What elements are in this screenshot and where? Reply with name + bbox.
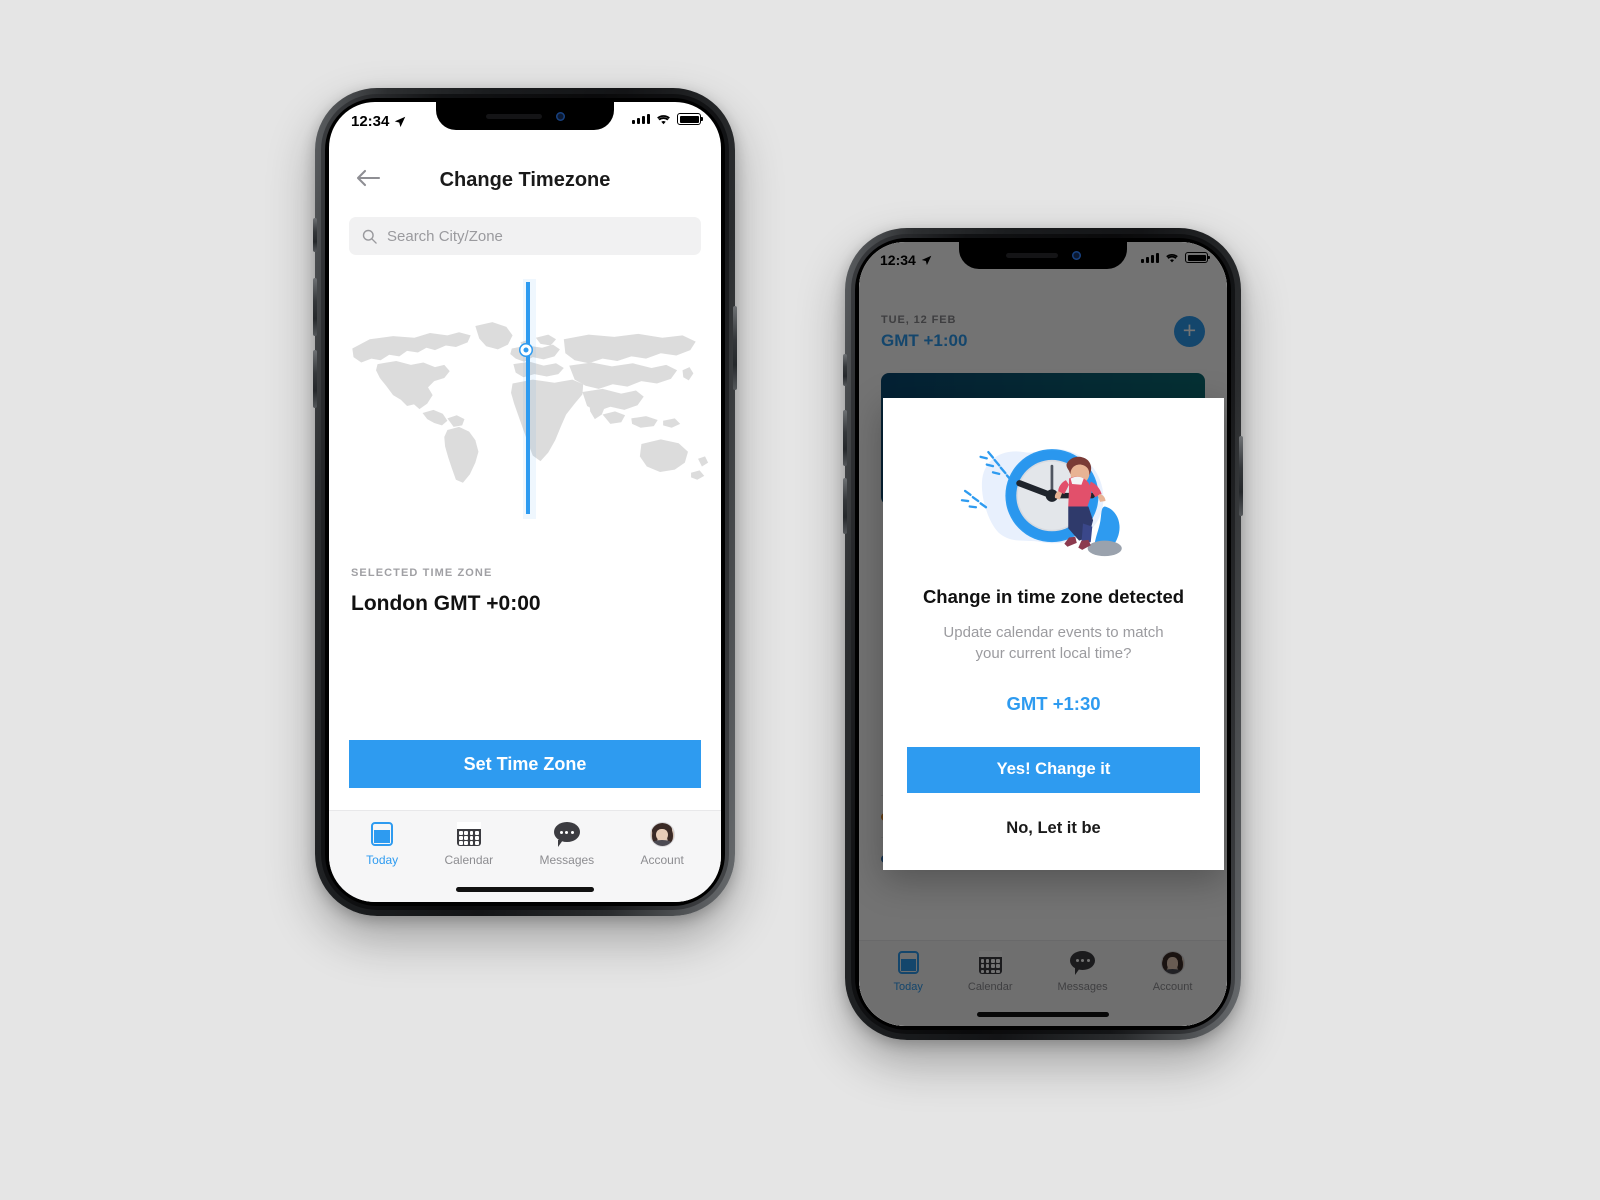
tab-calendar-label: Calendar: [444, 853, 494, 867]
account-avatar-icon: [649, 822, 675, 847]
status-time-group: 12:34: [351, 113, 406, 130]
set-timezone-button[interactable]: Set Time Zone: [349, 740, 701, 788]
status-time-right: 12:34: [880, 252, 916, 268]
earpiece-speaker-right: [1005, 253, 1058, 258]
front-camera-icon-right: [1071, 251, 1081, 260]
wifi-icon: [657, 114, 670, 124]
screenshot-canvas: 12:34 Change Timezone Search City/Zone S…: [0, 0, 1600, 1200]
volume-down-button-right[interactable]: [843, 478, 847, 534]
mute-switch-button-right[interactable]: [843, 354, 847, 386]
status-indicators: [632, 113, 703, 125]
home-indicator[interactable]: [456, 887, 594, 892]
power-button[interactable]: [733, 306, 737, 390]
tab-messages-label: Messages: [539, 853, 595, 867]
mute-switch-button[interactable]: [313, 218, 317, 252]
volume-down-button[interactable]: [313, 350, 317, 408]
back-button[interactable]: [355, 168, 381, 193]
phone-screen-right: 12:34 Change in time zone detected Updat…: [859, 242, 1227, 1026]
tab-today[interactable]: Today: [366, 822, 398, 867]
phone-device-right: 12:34 Change in time zone detected Updat…: [843, 228, 1243, 1040]
location-arrow-icon: [395, 116, 406, 127]
nav-bar-left: Change Timezone: [329, 158, 721, 202]
notch: [436, 102, 614, 130]
cellular-signal-icon-right: [1141, 252, 1159, 263]
page-title: Change Timezone: [439, 168, 611, 191]
status-time-group-right: 12:34: [880, 252, 932, 268]
notch-right: [959, 242, 1127, 269]
tab-today-label: Today: [366, 853, 399, 867]
cellular-signal-icon: [632, 114, 650, 124]
search-placeholder: Search City/Zone: [387, 227, 503, 245]
battery-full-icon-right: [1185, 252, 1210, 263]
confirm-change-label: Yes! Change it: [996, 760, 1111, 779]
volume-up-button-right[interactable]: [843, 410, 847, 466]
world-map[interactable]: [331, 279, 719, 519]
power-button-right[interactable]: [1239, 436, 1243, 516]
phone-screen-left: 12:34 Change Timezone Search City/Zone S…: [329, 102, 721, 902]
dialog-subtitle: Update calendar events to match your cur…: [943, 624, 1164, 663]
selected-timezone-label: SELECTED TIME ZONE: [351, 567, 493, 579]
timezone-change-dialog: Change in time zone detected Update cale…: [883, 398, 1224, 870]
front-camera-icon: [555, 111, 565, 121]
dismiss-change-button[interactable]: No, Let it be: [883, 819, 1224, 838]
timezone-marker-dot[interactable]: [520, 344, 532, 356]
volume-up-button[interactable]: [313, 278, 317, 336]
dialog-title: Change in time zone detected: [922, 586, 1185, 607]
calendar-icon: [456, 822, 481, 846]
tab-messages[interactable]: Messages: [539, 822, 594, 867]
wifi-icon-right: [1166, 253, 1178, 262]
tab-calendar[interactable]: Calendar: [444, 822, 493, 867]
timezone-line[interactable]: [525, 282, 530, 514]
earpiece-speaker: [485, 113, 542, 119]
set-timezone-label: Set Time Zone: [463, 753, 587, 774]
clock-illustration-svg: [960, 448, 1122, 557]
tab-account[interactable]: Account: [640, 822, 684, 867]
selected-timezone-value: London GMT +0:00: [351, 592, 541, 615]
search-icon: [362, 229, 377, 244]
messages-icon: [553, 822, 580, 847]
back-arrow-icon: [356, 169, 381, 186]
confirm-change-button[interactable]: Yes! Change it: [907, 746, 1200, 793]
battery-full-icon: [677, 113, 703, 125]
phone-device-left: 12:34 Change Timezone Search City/Zone S…: [313, 88, 737, 916]
tab-account-label: Account: [640, 853, 684, 867]
clock-illustration: [951, 432, 1156, 560]
dialog-gmt-value: GMT +1:30: [1006, 692, 1101, 714]
status-time: 12:34: [351, 113, 390, 130]
location-arrow-icon-right: [921, 255, 932, 265]
today-icon: [371, 822, 394, 846]
search-input[interactable]: Search City/Zone: [349, 217, 701, 255]
status-indicators-right: [1141, 252, 1210, 263]
